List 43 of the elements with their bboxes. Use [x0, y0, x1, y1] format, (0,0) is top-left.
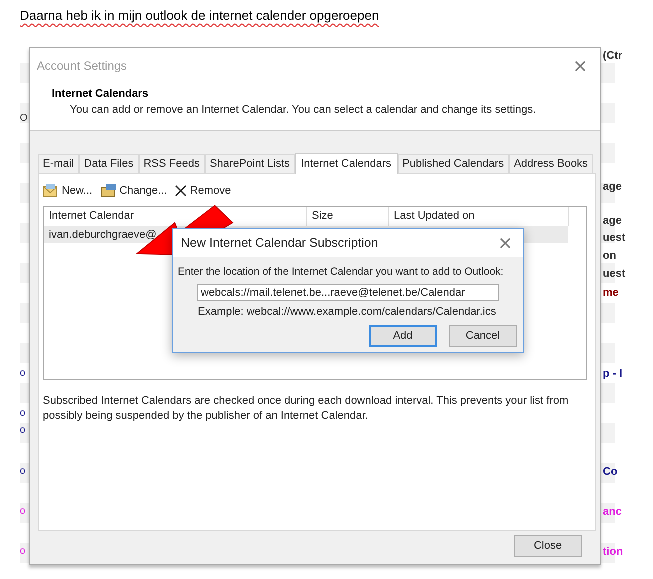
background-text: (Ctr	[603, 50, 623, 62]
background-text: o	[20, 425, 26, 436]
close-dialog-button[interactable]: Close	[514, 535, 582, 557]
background-text: age	[603, 181, 622, 193]
background-text: o	[20, 506, 26, 517]
section-title: Internet Calendars	[52, 88, 150, 100]
background-text: p - I	[603, 368, 623, 380]
background-text: o	[20, 466, 26, 477]
background-text: O	[20, 113, 28, 124]
info-text: Subscribed Internet Calendars are checked once during each download interval. This prevents your list from possibly being suspended by the publisher of an Internet Calendar.	[43, 394, 570, 424]
close-button[interactable]: ×	[494, 232, 517, 254]
section-description: You can add or remove an Internet Calendar. You can select a calendar and change its settings.	[69, 104, 538, 116]
window-title: Account Settings	[37, 59, 128, 73]
toolbar-button[interactable]: New...	[43, 182, 93, 200]
background-text: age	[603, 215, 622, 227]
toolbar-button[interactable]: Change...	[100, 182, 168, 200]
background-text: anc	[603, 506, 622, 518]
background-text: o	[20, 368, 26, 379]
background-text: tion	[603, 546, 624, 558]
add-button[interactable]: Add	[369, 325, 437, 347]
background-text: me	[603, 287, 619, 299]
tab[interactable]: RSS Feeds	[138, 154, 205, 173]
background-text: Co	[603, 466, 618, 478]
prompt-label: Enter the location of the Internet Calendar you want to add to Outlook:	[178, 265, 505, 279]
tab[interactable]: Internet Calendars	[295, 153, 398, 174]
url-input-field[interactable]: webcals://mail.telenet.be...raeve@telenet.be/Calendar	[197, 284, 499, 301]
background-text: o	[20, 546, 26, 557]
example-text: Example: webcal://www.example.com/calendars/Calendar.ics	[198, 306, 498, 318]
tab[interactable]: Published Calendars	[398, 154, 510, 173]
tab[interactable]: Data Files	[79, 154, 139, 173]
background-text: uest	[603, 268, 626, 280]
close-icon	[175, 185, 188, 197]
close-button[interactable]: ×	[568, 56, 592, 76]
toolbar-button[interactable]: Remove	[175, 182, 232, 200]
dialog-title: New Internet Calendar Subscription	[181, 236, 378, 250]
background-text: on	[603, 250, 616, 262]
tab[interactable]: SharePoint Lists	[204, 154, 296, 173]
tab[interactable]: Address Books	[509, 154, 594, 173]
tab[interactable]: E-mail	[38, 154, 80, 173]
cancel-button[interactable]: Cancel	[449, 325, 517, 347]
background-text: o	[20, 408, 26, 419]
background-text: uest	[603, 232, 626, 244]
caption-text: Daarna heb ik in mijn outlook de internet calender opgeroepen	[20, 8, 380, 23]
